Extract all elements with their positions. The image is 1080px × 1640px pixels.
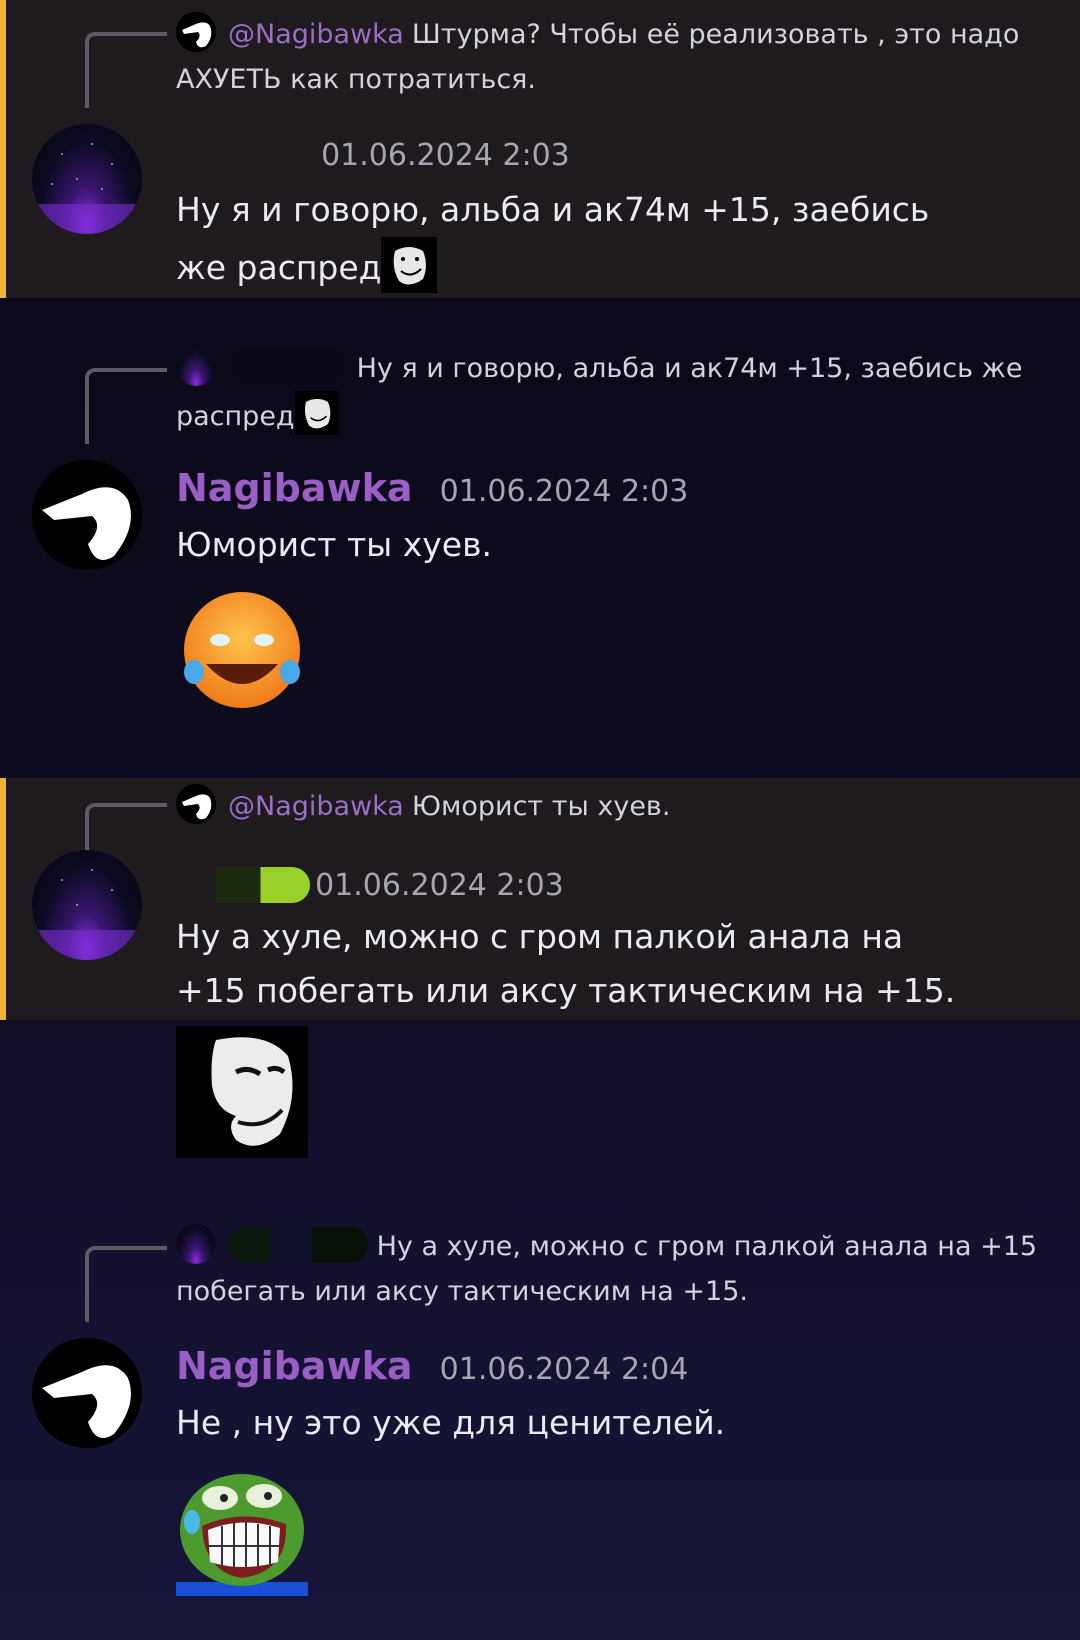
timestamp: 01.06.2024 2:03 bbox=[315, 868, 564, 903]
message-3: @Nagibawka Юморист ты хуев. 01.06.2024 2:… bbox=[0, 778, 1080, 1020]
hidden-username bbox=[176, 137, 316, 173]
message-header: 01.06.2024 2:03 bbox=[176, 134, 570, 182]
pepe-laughing-icon[interactable] bbox=[176, 1464, 308, 1596]
message-4: Ну а хуле, можно с гром палкой анала на … bbox=[0, 1218, 1080, 1640]
message-text-content: Ну я и говорю, альба и ак74м +15, заебис… bbox=[176, 190, 930, 287]
reply-preview[interactable]: @Nagibawka Юморист ты хуев. bbox=[176, 784, 1040, 829]
reply-avatar-icon bbox=[176, 346, 216, 386]
message-text: Ну я и говорю, альба и ак74м +15, заебис… bbox=[176, 183, 980, 295]
reply-mention[interactable]: @Nagibawka bbox=[228, 791, 404, 822]
reply-avatar-icon bbox=[176, 12, 216, 52]
message-header: Nagibawka 01.06.2024 2:04 bbox=[176, 1344, 688, 1396]
reply-preview[interactable]: @Nagibawka Штурма? Чтобы её реализовать ,… bbox=[176, 12, 1040, 102]
reply-preview[interactable]: Ну я и говорю, альба и ак74м +15, заебис… bbox=[176, 346, 1040, 439]
timestamp: 01.06.2024 2:03 bbox=[321, 138, 570, 173]
reply-connector bbox=[85, 32, 167, 108]
laughing-crying-emoji-icon[interactable] bbox=[176, 586, 308, 718]
starfield-avatar-icon[interactable] bbox=[32, 850, 142, 960]
white-bird-avatar-icon[interactable] bbox=[32, 1338, 142, 1448]
trollface-icon bbox=[294, 391, 339, 435]
reply-connector bbox=[85, 1246, 167, 1322]
reply-connector bbox=[85, 368, 167, 444]
username[interactable]: Nagibawka bbox=[176, 1344, 413, 1388]
reply-preview[interactable]: Ну а хуле, можно с гром палкой анала на … bbox=[176, 1224, 1040, 1314]
username[interactable]: Nagibawka bbox=[176, 466, 413, 510]
reply-mention[interactable]: @Nagibawka bbox=[228, 19, 404, 50]
message-text: Не , ну это уже для ценителей. bbox=[176, 1403, 726, 1442]
timestamp: 01.06.2024 2:04 bbox=[439, 1352, 689, 1387]
message-2: Ну я и говорю, альба и ак74м +15, заебис… bbox=[0, 298, 1080, 778]
reply-avatar-icon bbox=[176, 1224, 216, 1264]
starfield-avatar-icon[interactable] bbox=[32, 124, 142, 234]
message-text: Юморист ты хуев. bbox=[176, 525, 493, 564]
reply-avatar-icon bbox=[176, 784, 216, 824]
message-header: 01.06.2024 2:03 bbox=[176, 864, 564, 912]
hidden-username bbox=[176, 867, 310, 903]
message-1: @Nagibawka Штурма? Чтобы её реализовать ,… bbox=[0, 0, 1080, 298]
trollface-icon bbox=[381, 237, 438, 293]
white-bird-avatar-icon[interactable] bbox=[32, 460, 142, 570]
hidden-username bbox=[228, 1227, 368, 1263]
message-header: Nagibawka 01.06.2024 2:03 bbox=[176, 466, 688, 518]
timestamp: 01.06.2024 2:03 bbox=[439, 474, 689, 509]
trollface-icon[interactable] bbox=[176, 1026, 308, 1158]
message-text: Ну а хуле, можно с гром палкой анала на … bbox=[176, 917, 956, 1010]
reply-text: Юморист ты хуев. bbox=[411, 791, 671, 822]
hidden-username bbox=[228, 349, 348, 385]
